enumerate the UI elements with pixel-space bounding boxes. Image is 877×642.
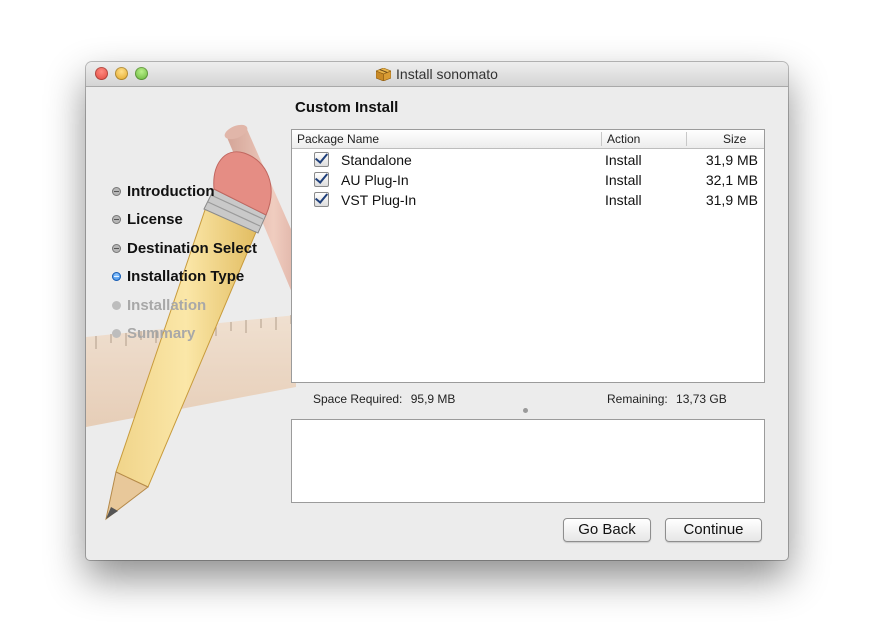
package-icon: [376, 68, 392, 81]
step-license: License: [112, 206, 257, 235]
package-table: Package Name Action Size Standalone Inst…: [291, 129, 765, 383]
space-required-label: Space Required:: [313, 392, 403, 406]
remaining-label: Remaining:: [607, 392, 668, 406]
package-action: Install: [605, 172, 642, 188]
step-label: Introduction: [127, 182, 215, 200]
step-bullet-icon: [112, 300, 121, 310]
space-remaining: Remaining: 13,73 GB: [607, 392, 727, 406]
space-required-value: 95,9 MB: [410, 392, 456, 406]
table-row[interactable]: AU Plug-In Install 32,1 MB: [292, 170, 764, 190]
column-header-action[interactable]: Action: [607, 132, 640, 146]
window-title: Install sonomato: [86, 66, 788, 82]
space-required: Space Required: 95,9 MB: [313, 392, 455, 406]
table-row[interactable]: VST Plug-In Install 31,9 MB: [292, 190, 764, 210]
step-label: License: [127, 211, 183, 229]
package-description-area: [291, 419, 765, 503]
package-size: 31,9 MB: [705, 152, 758, 168]
package-checkbox[interactable]: [314, 152, 329, 167]
step-label: Installation Type: [127, 268, 245, 286]
window-title-text: Install sonomato: [396, 66, 498, 82]
title-bar[interactable]: Install sonomato: [86, 62, 788, 87]
package-name: Standalone: [341, 152, 412, 168]
column-divider: [601, 132, 602, 146]
continue-button[interactable]: Continue: [665, 518, 762, 542]
package-checkbox[interactable]: [314, 192, 329, 207]
column-divider: [686, 132, 687, 146]
step-bullet-icon: [112, 215, 121, 225]
installer-content: Introduction License Destination Select …: [86, 87, 788, 560]
package-action: Install: [605, 152, 642, 168]
panel-title: Custom Install: [295, 99, 399, 116]
step-summary: Summary: [112, 320, 257, 349]
step-installation: Installation: [112, 291, 257, 320]
split-view-handle[interactable]: [523, 408, 528, 413]
step-bullet-icon: [112, 243, 121, 253]
package-size: 32,1 MB: [705, 172, 758, 188]
table-header: Package Name Action Size: [292, 130, 764, 149]
step-introduction: Introduction: [112, 177, 257, 206]
package-checkbox[interactable]: [314, 172, 329, 187]
steps-list: Introduction License Destination Select …: [112, 177, 257, 348]
column-header-size[interactable]: Size: [723, 132, 746, 146]
package-name: VST Plug-In: [341, 192, 417, 208]
step-bullet-icon: [112, 329, 121, 339]
step-bullet-icon: [112, 186, 121, 196]
remaining-value: 13,73 GB: [676, 392, 727, 406]
step-label: Summary: [127, 325, 196, 343]
current-step-bullet-icon: [112, 272, 121, 282]
step-destination-select: Destination Select: [112, 234, 257, 263]
installer-window: Install sonomato Introduction License De…: [86, 62, 788, 560]
step-label: Installation: [127, 296, 207, 314]
package-name: AU Plug-In: [341, 172, 409, 188]
package-action: Install: [605, 192, 642, 208]
step-label: Destination Select: [127, 239, 258, 257]
table-row[interactable]: Standalone Install 31,9 MB: [292, 150, 764, 170]
package-size: 31,9 MB: [705, 192, 758, 208]
go-back-button[interactable]: Go Back: [563, 518, 651, 542]
step-installation-type: Installation Type: [112, 263, 257, 292]
column-header-package-name[interactable]: Package Name: [297, 132, 379, 146]
